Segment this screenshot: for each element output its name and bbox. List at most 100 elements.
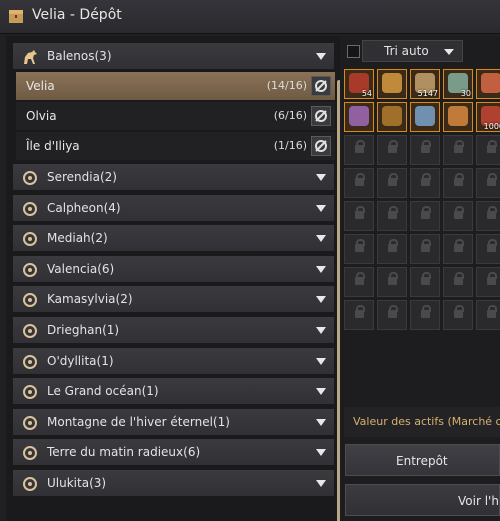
locked-slot[interactable] <box>377 300 407 330</box>
ocean-crest-icon <box>23 385 37 400</box>
region-row[interactable]: O'dyllita(1) <box>12 346 335 375</box>
region-row[interactable]: Valencia(6) <box>12 254 335 283</box>
locked-slot[interactable] <box>443 234 473 264</box>
item-icon <box>382 106 402 126</box>
locked-slot[interactable] <box>443 135 473 165</box>
kamasylvia-crest-icon <box>23 293 37 308</box>
locked-slot[interactable] <box>410 135 440 165</box>
region-label: Terre du matin radieux(6) <box>47 445 201 460</box>
locked-slot[interactable] <box>377 201 407 231</box>
region-row[interactable]: Mediah(2) <box>12 224 335 253</box>
locked-slot[interactable] <box>476 168 500 198</box>
lock-icon <box>421 206 431 219</box>
remove-icon[interactable] <box>311 136 331 156</box>
item-icon <box>349 106 369 126</box>
sort-dropdown[interactable]: Tri auto <box>362 40 463 62</box>
locked-slot[interactable] <box>476 135 500 165</box>
town-name: Velia <box>26 79 55 93</box>
town-slot-count: (14/16) <box>266 79 307 92</box>
lock-icon <box>421 239 431 252</box>
locked-slot[interactable] <box>410 300 440 330</box>
item-slot[interactable] <box>344 102 374 132</box>
locked-slot[interactable] <box>476 267 500 297</box>
region-row[interactable]: Ulukita(3) <box>12 469 335 497</box>
locked-slot[interactable] <box>377 135 407 165</box>
chevron-down-icon <box>316 449 326 457</box>
town-row[interactable]: Île d'Iliya (1/16) <box>16 132 335 160</box>
region-label: Calpheon(4) <box>47 200 121 215</box>
history-button-label: Voir l'his <box>458 494 500 508</box>
item-slot[interactable]: 30 <box>443 69 473 99</box>
region-label: Mediah(2) <box>47 231 108 246</box>
chevron-down-icon <box>316 235 326 243</box>
chevron-down-icon <box>316 327 326 334</box>
remove-icon[interactable] <box>311 106 331 126</box>
history-button[interactable]: Voir l'his <box>345 484 500 516</box>
locked-slot[interactable] <box>344 168 374 198</box>
item-icon <box>448 106 468 126</box>
locked-slot[interactable] <box>344 234 374 264</box>
region-row[interactable]: Drieghan(1) <box>12 316 335 344</box>
locked-slot[interactable] <box>443 300 473 330</box>
locked-slot[interactable] <box>344 267 374 297</box>
locked-slot[interactable] <box>410 201 440 231</box>
region-list: Balenos(3) Velia (14/16) Olvia (6/16) Île d'I… <box>6 36 341 521</box>
region-row[interactable]: Serendia(2) <box>12 163 335 191</box>
horse-icon <box>24 50 37 64</box>
locked-slot[interactable] <box>344 135 374 165</box>
item-slot[interactable] <box>377 102 407 132</box>
item-slot[interactable] <box>476 69 500 99</box>
item-slot[interactable] <box>377 69 407 99</box>
locked-slot[interactable] <box>476 234 500 264</box>
locked-slot[interactable] <box>443 168 473 198</box>
region-row[interactable]: Le Grand océan(1) <box>12 377 335 406</box>
title-bar[interactable]: Velia - Dépôt <box>0 0 500 34</box>
item-slot[interactable]: 5147 <box>410 69 440 99</box>
storage-panel: Tri auto 54 5147 30 1000 Valeur des actifs … <box>340 36 500 521</box>
locked-slot[interactable] <box>443 267 473 297</box>
region-row[interactable]: Kamasylvia(2) <box>12 285 335 314</box>
item-slot[interactable]: 54 <box>344 69 374 99</box>
region-row[interactable]: Balenos(3) <box>12 42 335 70</box>
item-slot[interactable] <box>443 102 473 132</box>
lock-icon <box>454 206 464 219</box>
item-slot[interactable]: 1000 <box>476 102 500 132</box>
locked-slot[interactable] <box>377 168 407 198</box>
region-label: Le Grand océan(1) <box>47 384 159 399</box>
item-slot[interactable] <box>410 102 440 132</box>
lock-icon <box>487 305 497 318</box>
town-row[interactable]: Velia (14/16) <box>16 72 335 100</box>
snow-crest-icon <box>23 415 37 430</box>
locked-slot[interactable] <box>410 267 440 297</box>
locked-slot[interactable] <box>476 300 500 330</box>
lock-icon <box>487 140 497 153</box>
locked-slot[interactable] <box>344 300 374 330</box>
region-row[interactable]: Calpheon(4) <box>12 193 335 222</box>
window-title: Velia - Dépôt <box>32 7 122 23</box>
lock-icon <box>487 272 497 285</box>
region-label: Drieghan(1) <box>47 323 120 337</box>
item-quantity: 30 <box>460 89 471 98</box>
lock-icon <box>388 239 398 252</box>
locked-slot[interactable] <box>443 201 473 231</box>
locked-slot[interactable] <box>476 201 500 231</box>
locked-slot[interactable] <box>410 234 440 264</box>
remove-icon[interactable] <box>311 76 331 96</box>
lock-icon <box>421 140 431 153</box>
locked-slot[interactable] <box>377 267 407 297</box>
chevron-down-icon <box>316 480 326 487</box>
storage-button[interactable]: Entrepôt <box>345 444 500 476</box>
locked-slot[interactable] <box>377 234 407 264</box>
lock-icon <box>355 272 365 285</box>
lock-icon <box>421 305 431 318</box>
region-row[interactable]: Montagne de l'hiver éternel(1) <box>12 407 335 436</box>
region-label: Balenos(3) <box>47 49 112 63</box>
town-row[interactable]: Olvia (6/16) <box>16 102 335 130</box>
chevron-down-icon <box>316 53 326 60</box>
storage-chest-icon <box>9 10 23 23</box>
lock-icon <box>388 173 398 186</box>
sort-checkbox[interactable] <box>347 45 360 58</box>
locked-slot[interactable] <box>410 168 440 198</box>
locked-slot[interactable] <box>344 201 374 231</box>
region-row[interactable]: Terre du matin radieux(6) <box>12 438 335 467</box>
